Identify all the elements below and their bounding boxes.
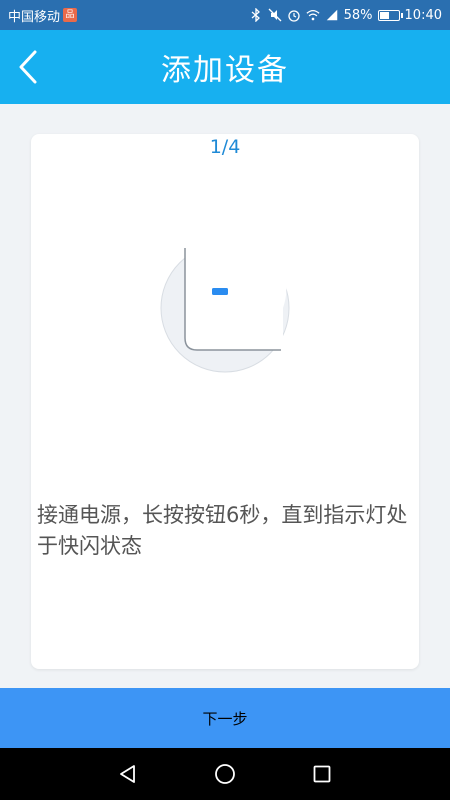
battery-icon — [377, 9, 403, 21]
device-indicator-icon — [160, 242, 290, 373]
step-card: 1/4 接通电源，长按按钮6秒，直到指示灯处于快闪状态 — [31, 134, 419, 669]
system-nav-bar — [0, 748, 450, 800]
wifi-icon — [306, 8, 320, 22]
clock: 10:40 — [404, 7, 442, 23]
app-bar: 添加设备 — [0, 30, 450, 104]
back-triangle-icon — [120, 765, 136, 783]
next-step-button[interactable]: 下一步 — [0, 688, 450, 748]
carrier-name: 中国移动 — [8, 9, 61, 25]
mute-icon — [268, 8, 282, 22]
status-right: 58% 10:40 — [249, 8, 442, 23]
signal-icon — [325, 8, 339, 22]
back-button[interactable] — [8, 42, 48, 92]
bluetooth-icon — [249, 8, 263, 22]
home-circle-icon — [215, 764, 235, 784]
step-indicator: 1/4 — [209, 136, 241, 158]
status-bar: 中国移动 品 58% 10:40 — [0, 0, 450, 30]
instruction-text: 接通电源，长按按钮6秒，直到指示灯处于快闪状态 — [37, 503, 408, 558]
carrier-badge-icon: 品 — [63, 8, 78, 22]
nav-recents-button[interactable] — [302, 754, 342, 794]
chevron-left-icon — [19, 50, 37, 84]
nav-home-button[interactable] — [205, 754, 245, 794]
nav-back-button[interactable] — [108, 754, 148, 794]
page-title: 添加设备 — [161, 53, 289, 88]
status-left: 中国移动 品 — [8, 6, 78, 25]
battery-percent: 58% — [343, 7, 373, 23]
battery-fill — [379, 11, 390, 19]
alarm-icon — [287, 8, 301, 22]
recents-square-icon — [313, 765, 331, 783]
